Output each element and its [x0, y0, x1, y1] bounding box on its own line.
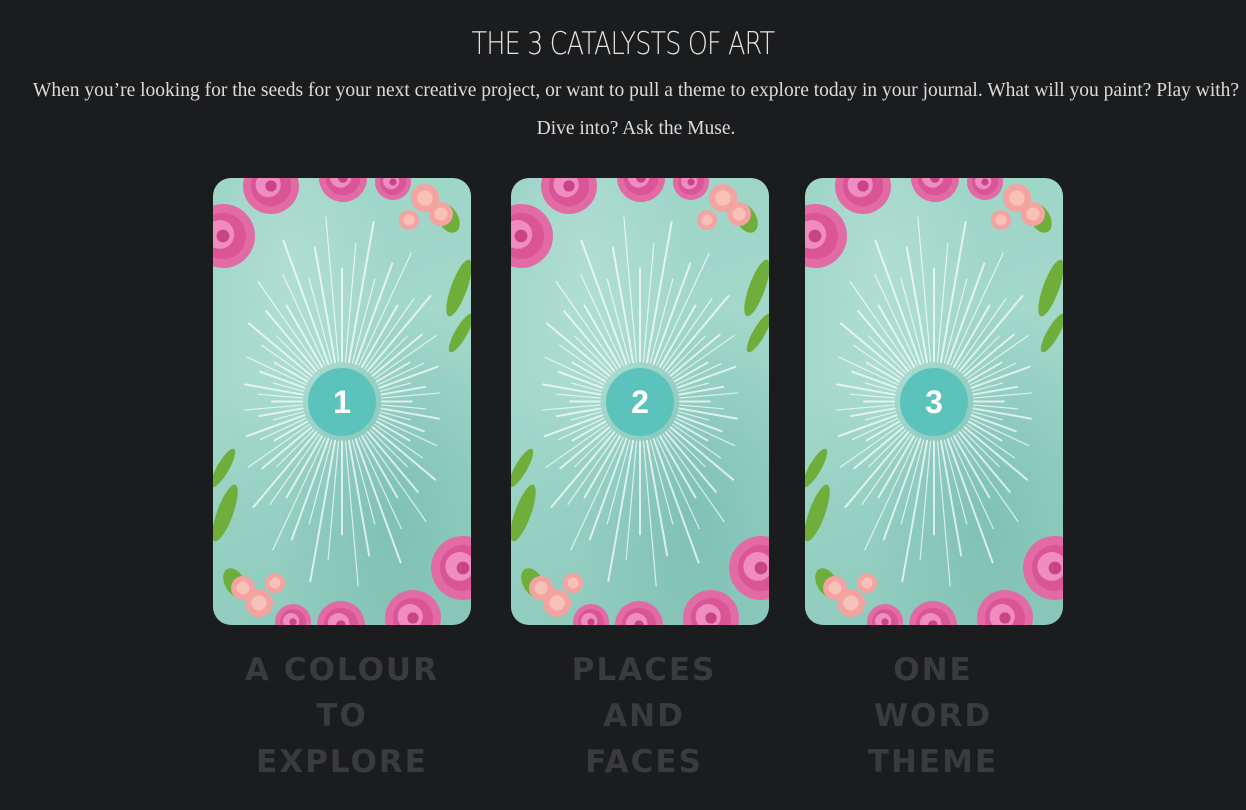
label-line: EXPLORE: [256, 744, 428, 780]
card-number-badge: 2: [606, 367, 674, 436]
label-line: TO: [316, 698, 368, 734]
card-number-badge: 1: [308, 367, 376, 436]
label-line: A COLOUR: [245, 652, 439, 688]
label-line: ONE: [893, 652, 973, 688]
card-1-label[interactable]: A COLOUR TO EXPLORE: [212, 647, 472, 785]
label-line: PLACES: [571, 652, 717, 688]
card-2[interactable]: 2: [511, 178, 769, 625]
intro-text: When you’re looking for the seeds for yo…: [32, 80, 1240, 139]
label-line: THEME: [867, 744, 999, 780]
label-line: WORD: [873, 698, 993, 734]
card-2-label[interactable]: PLACES AND FACES: [514, 647, 774, 785]
card-3[interactable]: 3: [805, 178, 1063, 625]
label-line: FACES: [585, 744, 703, 780]
page-title: THE 3 CATALYSTS OF ART: [471, 26, 776, 62]
card-1[interactable]: 1: [213, 178, 471, 625]
card-3-label[interactable]: ONE WORD THEME: [803, 647, 1063, 785]
card-number-badge: 3: [900, 367, 968, 436]
label-line: AND: [603, 698, 685, 734]
